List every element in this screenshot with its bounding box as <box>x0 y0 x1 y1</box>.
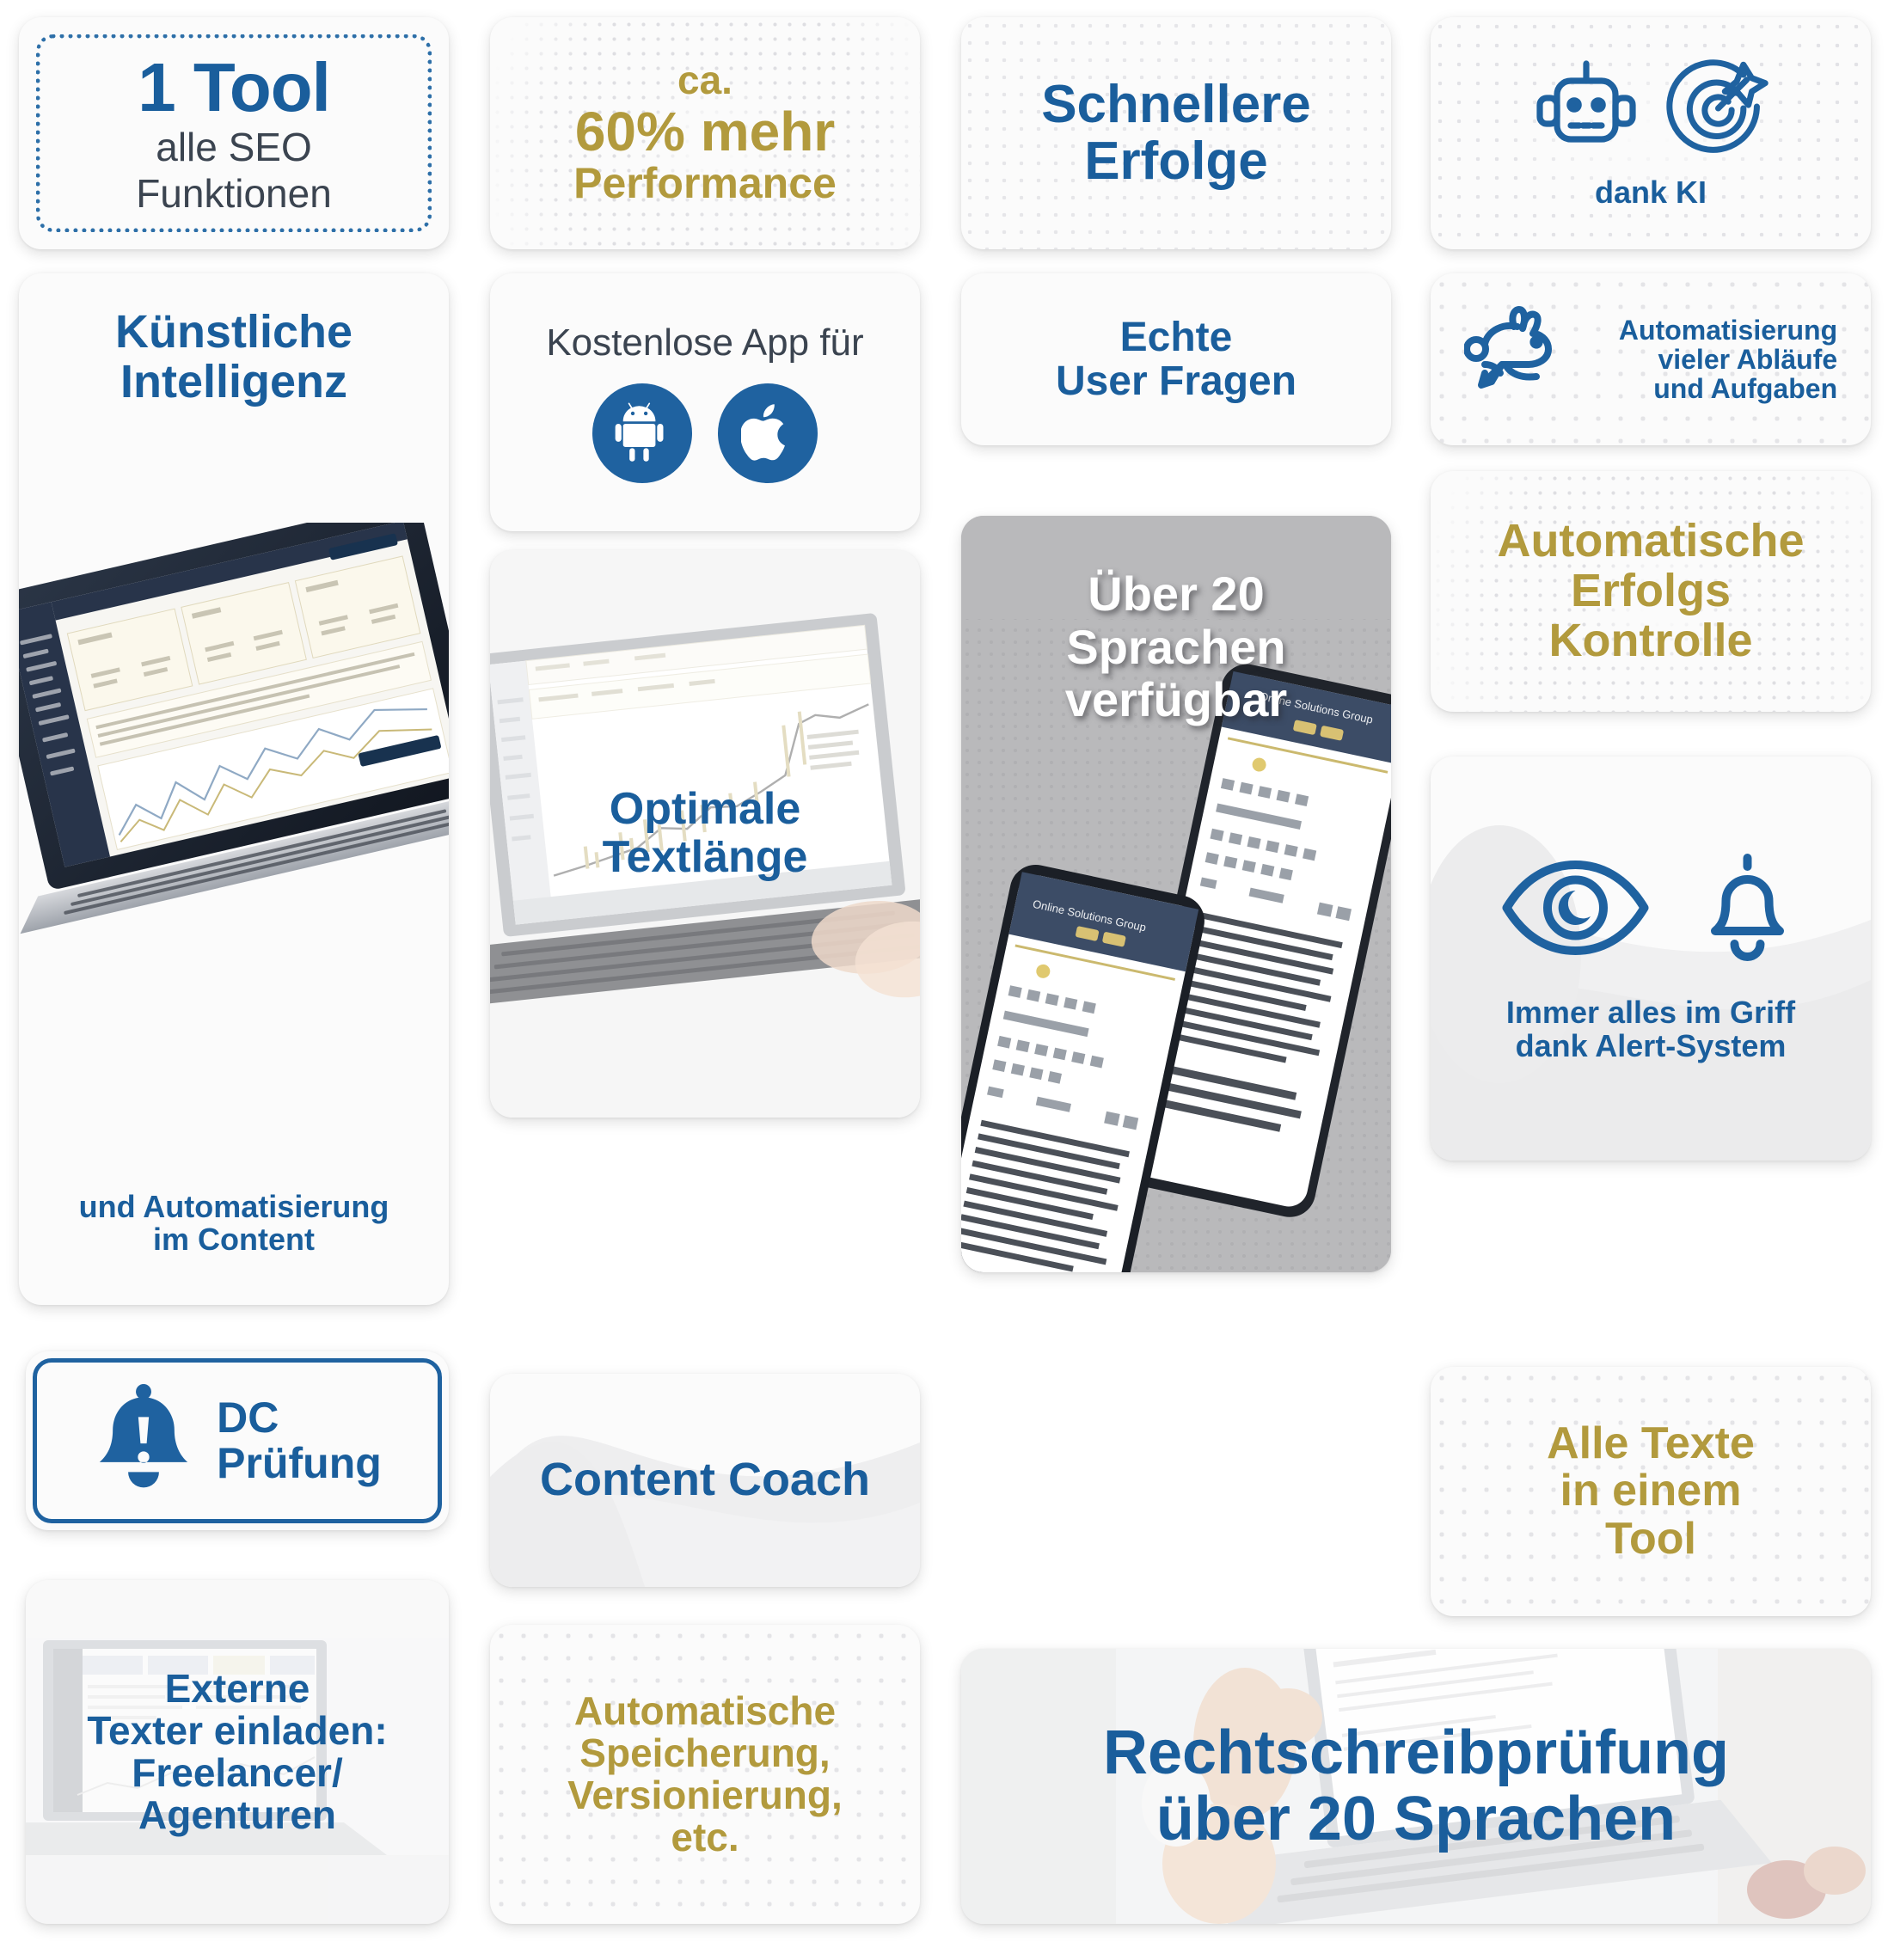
apple-icon[interactable] <box>718 383 818 483</box>
faster-line1: Schnellere <box>1041 74 1311 134</box>
card-dank-ki[interactable]: dank KI <box>1431 17 1871 249</box>
card-performance[interactable]: ca. 60% mehr Performance <box>490 17 920 249</box>
feature-card-board: 1 Tool alle SEO Funktionen ca. 60% mehr … <box>0 0 1888 1960</box>
erfolg-line3: Kontrolle <box>1548 614 1753 666</box>
card-kuenstliche-intelligenz[interactable]: Künstliche Intelligenz und Automatisieru… <box>19 273 449 1305</box>
eye-icon <box>1500 856 1651 964</box>
rabbit-line1: Automatisierung <box>1618 314 1838 346</box>
card-alert-system[interactable]: Immer alles im Griff dank Alert-System <box>1431 756 1871 1161</box>
alle-line1: Alle Texte <box>1547 1418 1755 1468</box>
one-tool-line3: Funktionen <box>136 170 332 216</box>
faster-line2: Erfolge <box>1084 132 1268 191</box>
rabbit-text-block: Automatisierung vieler Abläufe und Aufga… <box>1618 314 1838 405</box>
extern-line3: Freelancer/ <box>132 1750 343 1795</box>
app-title: Kostenlose App für <box>546 322 864 364</box>
ai-caption1: und Automatisierung <box>78 1188 389 1224</box>
bell-icon <box>1694 854 1801 965</box>
lang-line2: Sprachen <box>1066 619 1286 674</box>
performance-line2: 60% mehr <box>574 100 836 162</box>
ai-caption-block: und Automatisierung im Content <box>19 1188 449 1258</box>
user-line2: User Fragen <box>1055 358 1297 404</box>
rabbit-line2: vieler Abläufe <box>1658 343 1838 375</box>
user-line1: Echte <box>1119 314 1233 360</box>
target-icon <box>1664 57 1772 164</box>
ki-caption: dank KI <box>1594 175 1707 211</box>
erfolg-line1: Automatische <box>1497 515 1805 567</box>
card-automation[interactable]: Automatisierung vieler Abläufe und Aufga… <box>1431 273 1871 445</box>
ai-caption2: im Content <box>153 1222 315 1258</box>
android-icon[interactable] <box>592 383 692 483</box>
extern-line2: Texter einladen: <box>87 1707 388 1753</box>
recht-line2: über 20 Sprachen <box>1155 1785 1677 1853</box>
textlength-line2: Textlänge <box>602 832 808 882</box>
speicher-line2: Speicherung, <box>579 1730 831 1775</box>
extern-line4: Agenturen <box>138 1792 336 1838</box>
card-optimal-text-length[interactable]: Optimale Textlänge <box>490 550 920 1118</box>
dc-line2: Prüfung <box>217 1439 382 1487</box>
ai-line2: Intelligenz <box>120 355 347 407</box>
card-faster-success[interactable]: Schnellere Erfolge <box>961 17 1391 249</box>
card-all-texts[interactable]: Alle Texte in einem Tool <box>1431 1367 1871 1616</box>
card-one-tool[interactable]: 1 Tool alle SEO Funktionen <box>19 17 449 249</box>
card-content-coach[interactable]: Content Coach <box>490 1374 920 1587</box>
rabbit-icon <box>1462 305 1602 413</box>
extern-line1: Externe <box>164 1665 310 1711</box>
robot-icon <box>1530 57 1642 164</box>
coach-title: Content Coach <box>540 1454 870 1506</box>
recht-line1: Rechtschreibprüfung <box>1102 1718 1730 1787</box>
lang-line1: Über 20 <box>1088 567 1265 621</box>
card-auto-save[interactable]: Automatische Speicherung, Versionierung,… <box>490 1625 920 1924</box>
textlength-line1: Optimale <box>609 784 801 835</box>
dc-line1: DC <box>217 1393 279 1442</box>
card-languages[interactable]: Online Solutions Group Online Solutions … <box>961 516 1391 1272</box>
card-dc-check[interactable]: DC Prüfung <box>26 1351 449 1530</box>
rabbit-line3: und Aufgaben <box>1653 373 1838 405</box>
speicher-line1: Automatische <box>573 1687 837 1733</box>
alert-line1: Immer alles im Griff <box>1505 995 1796 1031</box>
card-spellcheck[interactable]: Rechtschreibprüfung über 20 Sprachen <box>961 1649 1871 1924</box>
card-free-app[interactable]: Kostenlose App für <box>490 273 920 531</box>
bell-alert-icon <box>93 1383 194 1498</box>
performance-line1: ca. <box>677 58 733 103</box>
alle-line3: Tool <box>1605 1513 1696 1564</box>
card-external-writers[interactable]: Externe Texter einladen: Freelancer/ Age… <box>26 1580 449 1924</box>
speicher-line3: Versionierung, <box>567 1773 843 1817</box>
one-tool-headline: 1 Tool <box>138 48 331 126</box>
performance-line3: Performance <box>573 159 837 208</box>
alle-line2: in einem <box>1560 1466 1742 1516</box>
one-tool-line2: alle SEO <box>156 125 312 170</box>
speicher-line4: etc. <box>671 1815 739 1860</box>
card-success-control[interactable]: Automatische Erfolgs Kontrolle <box>1431 471 1871 712</box>
alert-line2: dank Alert-System <box>1515 1028 1787 1063</box>
lang-line3: verfügbar <box>1064 672 1288 727</box>
ai-line1: Künstliche <box>114 306 353 358</box>
card-user-questions[interactable]: Echte User Fragen <box>961 273 1391 445</box>
erfolg-line2: Erfolgs <box>1570 565 1732 617</box>
laptop-dashboard-photo <box>19 499 449 1056</box>
